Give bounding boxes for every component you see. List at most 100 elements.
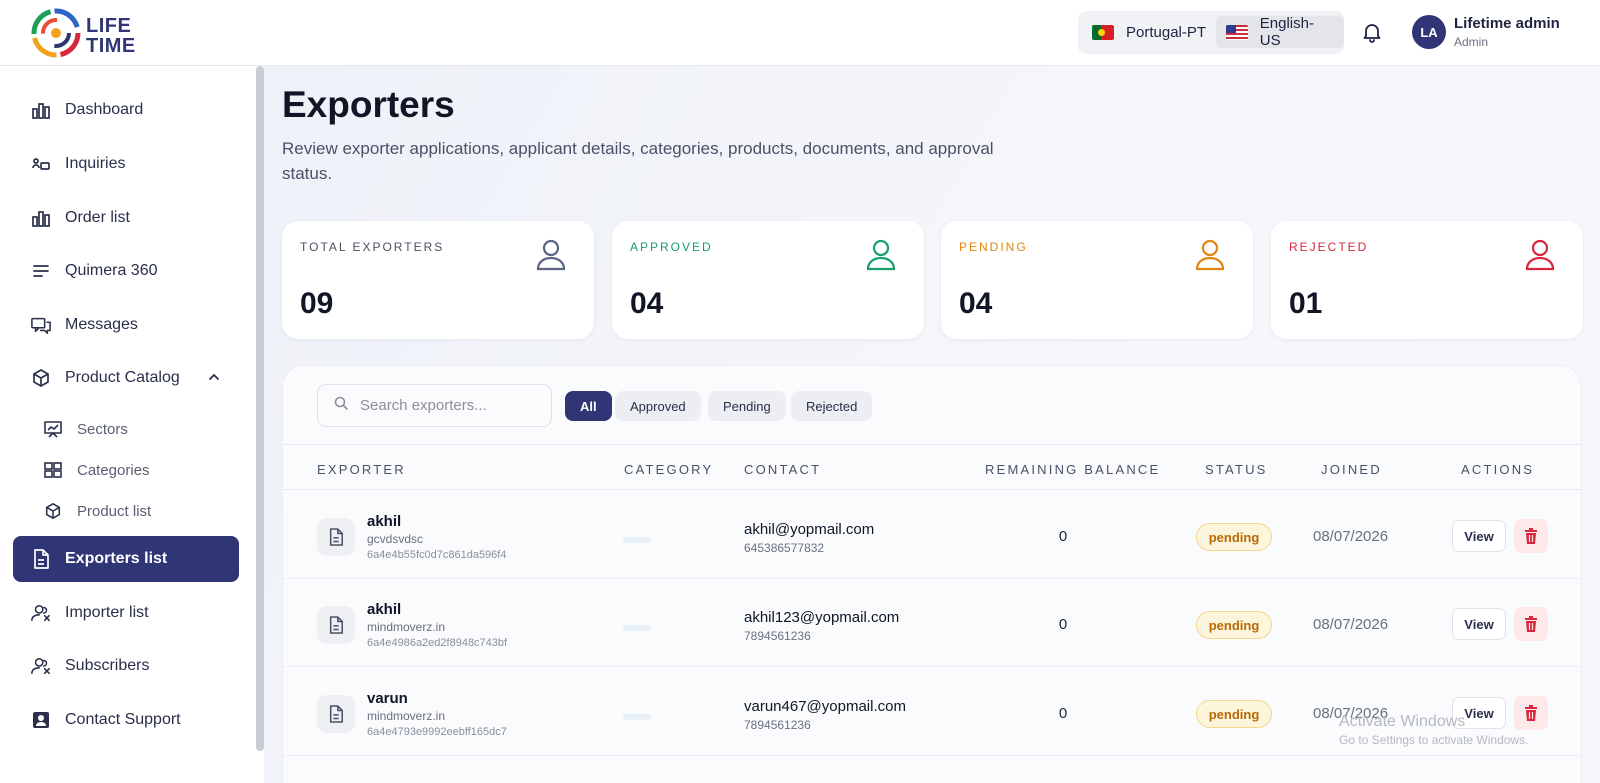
sidebar-item-label: Order list [65,209,130,226]
sidebar-item-label: Product Catalog [65,369,180,386]
sidebar-item-inquiries[interactable]: Inquiries [13,141,239,187]
status-badge: pending [1196,611,1272,639]
messages-icon [31,315,51,335]
search-box[interactable] [317,384,552,427]
status-badge: pending [1196,523,1272,551]
contact-phone: 645386577832 [744,541,825,555]
sidebar-scrollbar[interactable] [256,66,264,751]
category-placeholder [623,537,651,543]
table-row[interactable]: akhil mindmoverz.in 6a4e4986a2ed2f8948c7… [283,579,1581,667]
exporter-name: varun [367,690,408,707]
delete-button[interactable] [1514,519,1548,553]
table-row[interactable]: akhil gcvdsvdsc 6a4e4b55fc0d7c861da596f4… [283,491,1581,579]
filter-rejected[interactable]: Rejected [791,391,873,421]
view-button[interactable]: View [1452,520,1506,552]
grid-icon [43,460,63,480]
user-icon [866,239,896,276]
user-avatar[interactable]: LA [1412,15,1446,49]
cube-icon [43,501,63,521]
exporter-name: akhil [367,601,402,618]
sidebar-item-dashboard[interactable]: Dashboard [13,87,239,133]
exporter-domain: mindmoverz.in [367,620,446,634]
sidebar-item-label: Inquiries [65,155,126,172]
contact-phone: 7894561236 [744,718,811,732]
remaining-balance: 0 [1058,705,1068,722]
stat-card-pending: PENDING 04 [941,221,1253,339]
notification-bell-icon[interactable] [1360,20,1384,44]
exporter-domain: mindmoverz.in [367,709,446,723]
sidebar-item-importer-list[interactable]: Importer list [13,590,239,636]
column-header-remaining-balance[interactable]: REMAINING BALANCE [985,462,1160,477]
chevron-up-icon[interactable] [207,370,221,389]
lines-icon [31,261,51,281]
column-header-exporter[interactable]: EXPORTER [317,462,406,477]
language-option-english[interactable]: English-US [1216,15,1344,49]
document-icon [317,606,355,644]
status-badge: pending [1196,700,1272,728]
page-title: Exporters [282,84,455,125]
exporter-id: 6a4e4793e9992eebff165dc7 [367,726,507,738]
logo-text-line2: TIME [86,35,136,57]
joined-date: 08/07/2026 [1313,616,1389,633]
remaining-balance: 0 [1058,528,1068,545]
contact-email: akhil123@yopmail.com [744,609,900,626]
logo-text-line1: LIFE [86,15,132,37]
column-header-status[interactable]: STATUS [1205,462,1268,477]
exporter-domain: gcvdsvdsc [367,532,424,546]
sidebar-item-messages[interactable]: Messages [13,302,239,348]
view-button[interactable]: View [1452,608,1506,640]
us-flag-icon [1226,24,1248,40]
column-header-joined[interactable]: JOINED [1321,462,1382,477]
trash-icon [1525,528,1537,544]
category-placeholder [623,625,651,631]
sidebar: Dashboard Inquiries Order list Quimera 3… [0,66,264,783]
sidebar-item-label: Importer list [65,604,149,621]
sidebar-item-label: Product list [77,502,152,520]
sidebar-item-label: Categories [77,461,150,479]
stat-label: REJECTED [1289,240,1369,254]
sidebar-item-subscribers[interactable]: Subscribers [13,643,239,689]
user-name[interactable]: Lifetime admin [1454,15,1560,32]
contact-email: akhil@yopmail.com [744,521,875,538]
delete-button[interactable] [1514,696,1548,730]
stat-label: APPROVED [630,240,713,254]
sidebar-item-exporters-list[interactable]: Exporters list [13,536,239,582]
filter-approved[interactable]: Approved [615,391,701,421]
sidebar-item-label: Subscribers [65,657,150,674]
contact-phone: 7894561236 [744,629,811,643]
users-icon [31,603,51,623]
sidebar-item-categories[interactable]: Categories [13,447,239,493]
column-header-actions: ACTIONS [1461,462,1535,477]
stat-value: 01 [1289,287,1323,320]
delete-button[interactable] [1514,607,1548,641]
bar-chart-icon [31,208,51,228]
sidebar-item-label: Messages [65,316,138,333]
sidebar-item-product-catalog[interactable]: Product Catalog [13,355,239,401]
column-header-contact[interactable]: CONTACT [744,462,821,477]
sidebar-item-quimera[interactable]: Quimera 360 [13,248,239,294]
activate-windows-subtitle: Go to Settings to activate Windows. [1339,733,1529,747]
users-icon [31,656,51,676]
search-input[interactable] [360,397,530,414]
stat-value: 04 [630,287,664,320]
sidebar-item-order-list[interactable]: Order list [13,195,239,241]
sidebar-item-contact-support[interactable]: Contact Support [13,697,239,743]
language-switcher: Portugal-PT English-US [1078,11,1344,54]
column-header-category[interactable]: CATEGORY [624,462,713,477]
lifetime-logo[interactable]: LIFE TIME [30,7,140,59]
presentation-icon [43,419,63,439]
stat-label: PENDING [959,240,1028,254]
sidebar-item-sectors[interactable]: Sectors [13,406,239,452]
language-option-portugal[interactable]: Portugal-PT [1082,16,1216,48]
filter-pending[interactable]: Pending [708,391,786,421]
filter-all[interactable]: All [565,391,612,421]
contact-email: varun467@yopmail.com [744,698,906,715]
sidebar-item-product-list[interactable]: Product list [13,488,239,534]
sidebar-item-label: Contact Support [65,711,181,728]
page-description: Review exporter applications, applicant … [282,139,994,183]
user-icon [1525,239,1555,276]
category-placeholder [623,714,651,720]
document-icon [317,695,355,733]
contact-card-icon [31,710,51,730]
language-label: Portugal-PT [1126,23,1207,41]
